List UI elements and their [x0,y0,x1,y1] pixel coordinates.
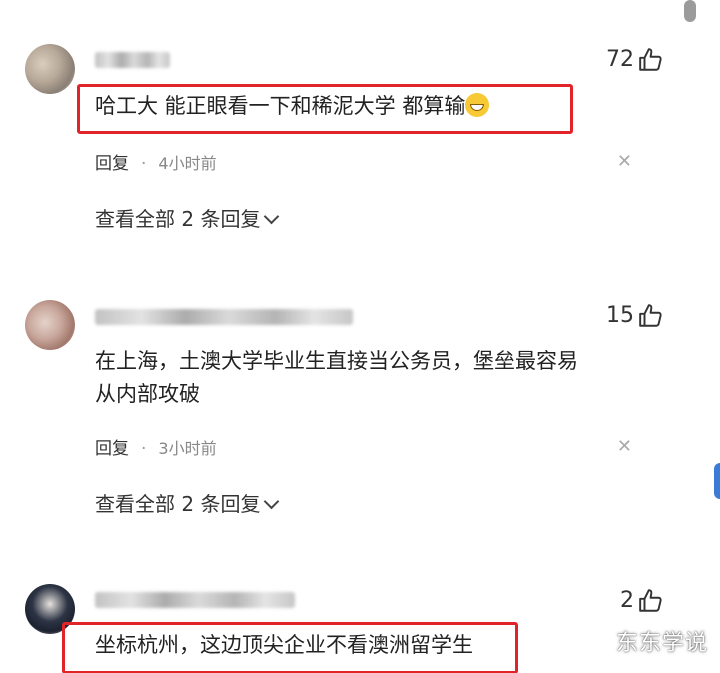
thumbs-up-icon[interactable] [638,47,664,73]
timestamp: 4小时前 [158,154,217,173]
close-icon[interactable]: ✕ [617,151,632,172]
separator-dot: · [141,154,147,174]
separator-dot: · [141,439,147,459]
comment-meta: 回复 · 4小时前 [95,149,217,174]
grin-emoji-icon [465,93,490,117]
like-count: 2 [620,588,634,613]
comments-page: 72 哈工大 能正眼看一下和稀泥大学 都算输 回复 · 4小时前 ✕ 查看全部 2 … [0,0,720,673]
thumbs-up-icon[interactable] [638,303,664,329]
comment-text: 哈工大 能正眼看一下和稀泥大学 都算输 [95,90,490,123]
timestamp: 3小时前 [158,439,217,458]
view-replies-label: 查看全部 2 条回复 [95,492,261,516]
view-replies-label: 查看全部 2 条回复 [95,207,261,231]
avatar[interactable] [25,44,75,94]
reply-button[interactable]: 回复 [95,154,129,174]
comment-text-content: 哈工大 能正眼看一下和稀泥大学 都算输 [95,94,466,118]
like-count: 15 [606,303,634,328]
comment-text-content: 坐标杭州，这边顶尖企业不看澳洲留学生 [95,633,473,657]
avatar[interactable] [25,300,75,350]
username-blurred[interactable] [95,52,170,68]
view-replies-link[interactable]: 查看全部 2 条回复 [95,203,280,232]
chevron-down-icon [264,493,280,510]
thumbs-up-icon[interactable] [638,588,664,614]
watermark: 东东学说 [615,631,708,656]
chevron-down-icon [264,208,280,225]
comment-text-line-1: 在上海，土澳大学毕业生直接当公务员，堡垒最容易 [95,349,578,373]
comment-text: 在上海，土澳大学毕业生直接当公务员，堡垒最容易 从内部攻破 [95,345,578,411]
reply-button[interactable]: 回复 [95,439,129,459]
scrollbar-thumb[interactable] [684,0,696,22]
side-floating-button[interactable] [714,463,720,499]
username-blurred[interactable] [95,592,295,608]
comment-text: 坐标杭州，这边顶尖企业不看澳洲留学生 [95,629,473,662]
close-icon[interactable]: ✕ [617,436,632,457]
comment-text-line-2: 从内部攻破 [95,382,200,406]
like-count: 72 [606,47,634,72]
view-replies-link[interactable]: 查看全部 2 条回复 [95,488,280,517]
username-blurred[interactable] [95,309,353,325]
comment-meta: 回复 · 3小时前 [95,434,217,459]
